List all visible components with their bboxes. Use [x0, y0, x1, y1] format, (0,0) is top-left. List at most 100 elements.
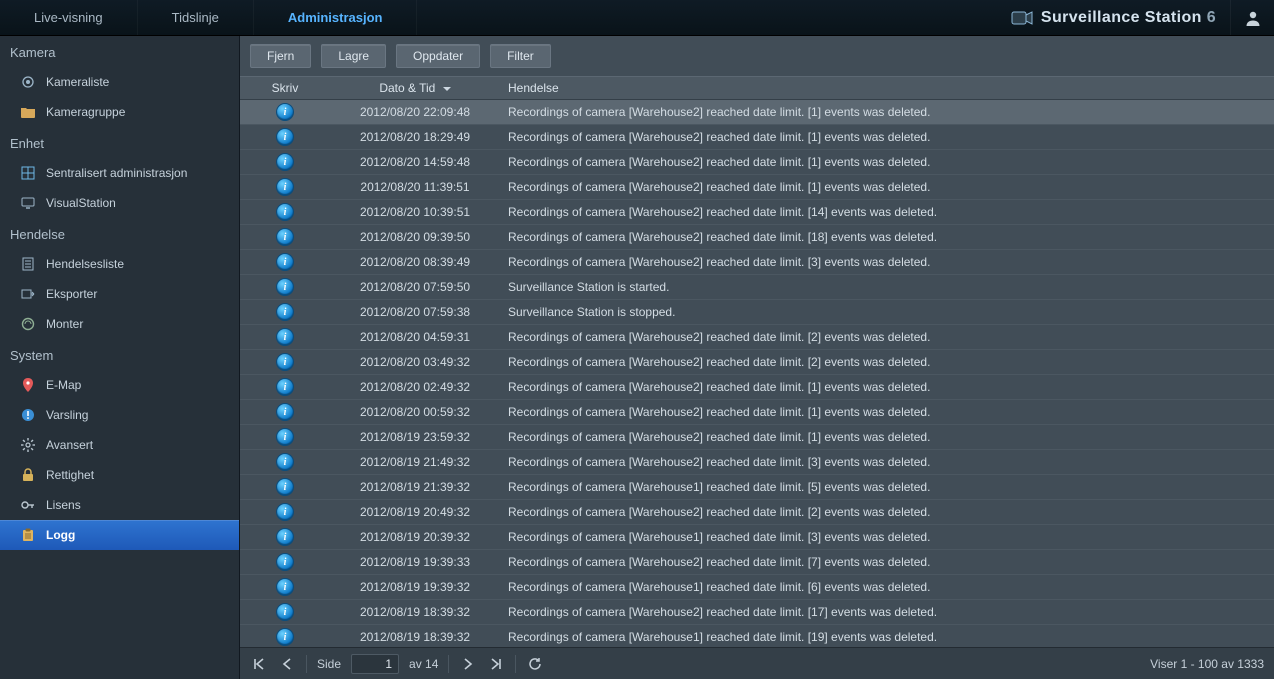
sidebar-item-visualstation[interactable]: VisualStation [0, 188, 239, 218]
sidebar-item-hendelsesliste[interactable]: Hendelsesliste [0, 249, 239, 279]
folder-icon [20, 104, 36, 120]
cell-datetime: 2012/08/19 21:39:32 [330, 480, 500, 494]
cell-event: Recordings of camera [Warehouse2] reache… [500, 155, 1274, 169]
reload-button[interactable] [526, 655, 544, 673]
tab-tidslinje[interactable]: Tidslinje [138, 0, 254, 35]
table-row[interactable]: i2012/08/19 21:39:32Recordings of camera… [240, 475, 1274, 500]
table-row[interactable]: i2012/08/20 04:59:31Recordings of camera… [240, 325, 1274, 350]
sidebar-item-label: Logg [46, 528, 75, 542]
info-icon: i [277, 404, 293, 420]
table-row[interactable]: i2012/08/20 22:09:48Recordings of camera… [240, 100, 1274, 125]
info-icon: i [277, 504, 293, 520]
sidebar-item-kameraliste[interactable]: Kameraliste [0, 67, 239, 97]
info-icon: i [277, 179, 293, 195]
cell-datetime: 2012/08/20 00:59:32 [330, 405, 500, 419]
sidebar-item-label: VisualStation [46, 196, 116, 210]
info-icon: i [277, 354, 293, 370]
page-label: Side [317, 657, 341, 671]
next-page-button[interactable] [459, 655, 477, 673]
sidebar: KameraKameralisteKameragruppeEnhetSentra… [0, 36, 240, 679]
table-row[interactable]: i2012/08/20 14:59:48Recordings of camera… [240, 150, 1274, 175]
sidebar-item-label: E-Map [46, 378, 81, 392]
sidebar-item-lisens[interactable]: Lisens [0, 490, 239, 520]
cell-event: Recordings of camera [Warehouse2] reache… [500, 505, 1274, 519]
table-row[interactable]: i2012/08/19 18:39:32Recordings of camera… [240, 625, 1274, 647]
cell-event: Recordings of camera [Warehouse2] reache… [500, 255, 1274, 269]
save-button[interactable]: Lagre [321, 44, 386, 68]
gear-icon [20, 437, 36, 453]
table-row[interactable]: i2012/08/20 08:39:49Recordings of camera… [240, 250, 1274, 275]
table-row[interactable]: i2012/08/20 00:59:32Recordings of camera… [240, 400, 1274, 425]
cell-datetime: 2012/08/20 03:49:32 [330, 355, 500, 369]
sidebar-item-avansert[interactable]: Avansert [0, 430, 239, 460]
cell-datetime: 2012/08/20 07:59:38 [330, 305, 500, 319]
sidebar-group-enhet: Enhet [0, 127, 239, 158]
topbar: Live-visningTidslinjeAdministrasjon Surv… [0, 0, 1274, 36]
sidebar-group-hendelse: Hendelse [0, 218, 239, 249]
grid-body[interactable]: i 2012/08/20 22:09:48 Recordings of camera… [240, 100, 1274, 647]
cell-datetime: 2012/08/20 14:59:48 [330, 155, 500, 169]
tab-administrasjon[interactable]: Administrasjon [254, 0, 418, 35]
prev-page-button[interactable] [278, 655, 296, 673]
cell-event: Recordings of camera [Warehouse1] reache… [500, 580, 1274, 594]
cell-datetime: 2012/08/20 04:59:31 [330, 330, 500, 344]
table-row[interactable]: i2012/08/20 07:59:38Surveillance Station… [240, 300, 1274, 325]
cell-event: Recordings of camera [Warehouse2] reache… [500, 355, 1274, 369]
table-row[interactable]: i2012/08/20 07:59:50Surveillance Station… [240, 275, 1274, 300]
cell-datetime: 2012/08/20 11:39:51 [330, 180, 500, 194]
table-row[interactable]: i2012/08/19 23:59:32Recordings of camera… [240, 425, 1274, 450]
sidebar-group-system: System [0, 339, 239, 370]
sidebar-item-eksporter[interactable]: Eksporter [0, 279, 239, 309]
table-row[interactable]: i2012/08/19 18:39:32Recordings of camera… [240, 600, 1274, 625]
sidebar-item-monter[interactable]: Monter [0, 309, 239, 339]
page-total: av 14 [409, 657, 438, 671]
tab-live-visning[interactable]: Live-visning [0, 0, 138, 35]
sidebar-item-rettighet[interactable]: Rettighet [0, 460, 239, 490]
brand-version: 6 [1207, 9, 1216, 26]
cell-datetime: 2012/08/20 18:29:49 [330, 130, 500, 144]
lock-icon [20, 467, 36, 483]
cell-event: Recordings of camera [Warehouse2] reache… [500, 180, 1274, 194]
table-row[interactable]: i2012/08/19 19:39:33Recordings of camera… [240, 550, 1274, 575]
content: Fjern Lagre Oppdater Filter Skriv Dato &… [240, 36, 1274, 679]
sidebar-item-sentral[interactable]: Sentralisert administrasjon [0, 158, 239, 188]
grid-icon [20, 165, 36, 181]
user-menu-button[interactable] [1230, 0, 1274, 35]
info-icon: i [277, 129, 293, 145]
pager: Side av 14 Viser 1 - 100 av 1333 [240, 647, 1274, 679]
cell-event: Recordings of camera [Warehouse2] reache… [500, 230, 1274, 244]
cell-event: Surveillance Station is started. [500, 280, 1274, 294]
table-row[interactable]: i 2012/08/20 11:39:51Recordings of camera… [240, 175, 1274, 200]
table-row[interactable]: i 2012/08/20 03:49:32Recordings of camera… [240, 350, 1274, 375]
remove-button[interactable]: Fjern [250, 44, 311, 68]
column-type[interactable]: Skriv [240, 81, 330, 95]
alert-icon [20, 407, 36, 423]
page-input[interactable] [351, 654, 399, 674]
last-page-button[interactable] [487, 655, 505, 673]
cell-datetime: 2012/08/20 22:09:48 [330, 105, 500, 119]
table-row[interactable]: i2012/08/20 02:49:32Recordings of camera… [240, 375, 1274, 400]
refresh-button[interactable]: Oppdater [396, 44, 480, 68]
table-row[interactable]: i2012/08/19 20:39:32Recordings of camera… [240, 525, 1274, 550]
export-icon [20, 286, 36, 302]
cell-event: Surveillance Station is stopped. [500, 305, 1274, 319]
table-row[interactable]: i2012/08/20 10:39:51Recordings of camera… [240, 200, 1274, 225]
cell-datetime: 2012/08/19 23:59:32 [330, 430, 500, 444]
sidebar-item-emap[interactable]: E-Map [0, 370, 239, 400]
table-row[interactable]: i2012/08/19 20:49:32Recordings of camera… [240, 500, 1274, 525]
table-row[interactable]: i2012/08/19 19:39:32Recordings of camera… [240, 575, 1274, 600]
sidebar-item-logg[interactable]: Logg [0, 520, 239, 550]
sidebar-item-label: Eksporter [46, 287, 97, 301]
table-row[interactable]: i2012/08/20 09:39:50Recordings of camera… [240, 225, 1274, 250]
sidebar-item-varsling[interactable]: Varsling [0, 400, 239, 430]
first-page-button[interactable] [250, 655, 268, 673]
cell-datetime: 2012/08/19 21:49:32 [330, 455, 500, 469]
sidebar-item-kameragruppe[interactable]: Kameragruppe [0, 97, 239, 127]
filter-button[interactable]: Filter [490, 44, 551, 68]
cell-event: Recordings of camera [Warehouse2] reache… [500, 455, 1274, 469]
table-row[interactable]: i2012/08/19 21:49:32Recordings of camera… [240, 450, 1274, 475]
info-icon: i [277, 329, 293, 345]
table-row[interactable]: i2012/08/20 18:29:49Recordings of camera… [240, 125, 1274, 150]
column-event[interactable]: Hendelse [500, 81, 1274, 95]
column-datetime[interactable]: Dato & Tid [330, 81, 500, 95]
